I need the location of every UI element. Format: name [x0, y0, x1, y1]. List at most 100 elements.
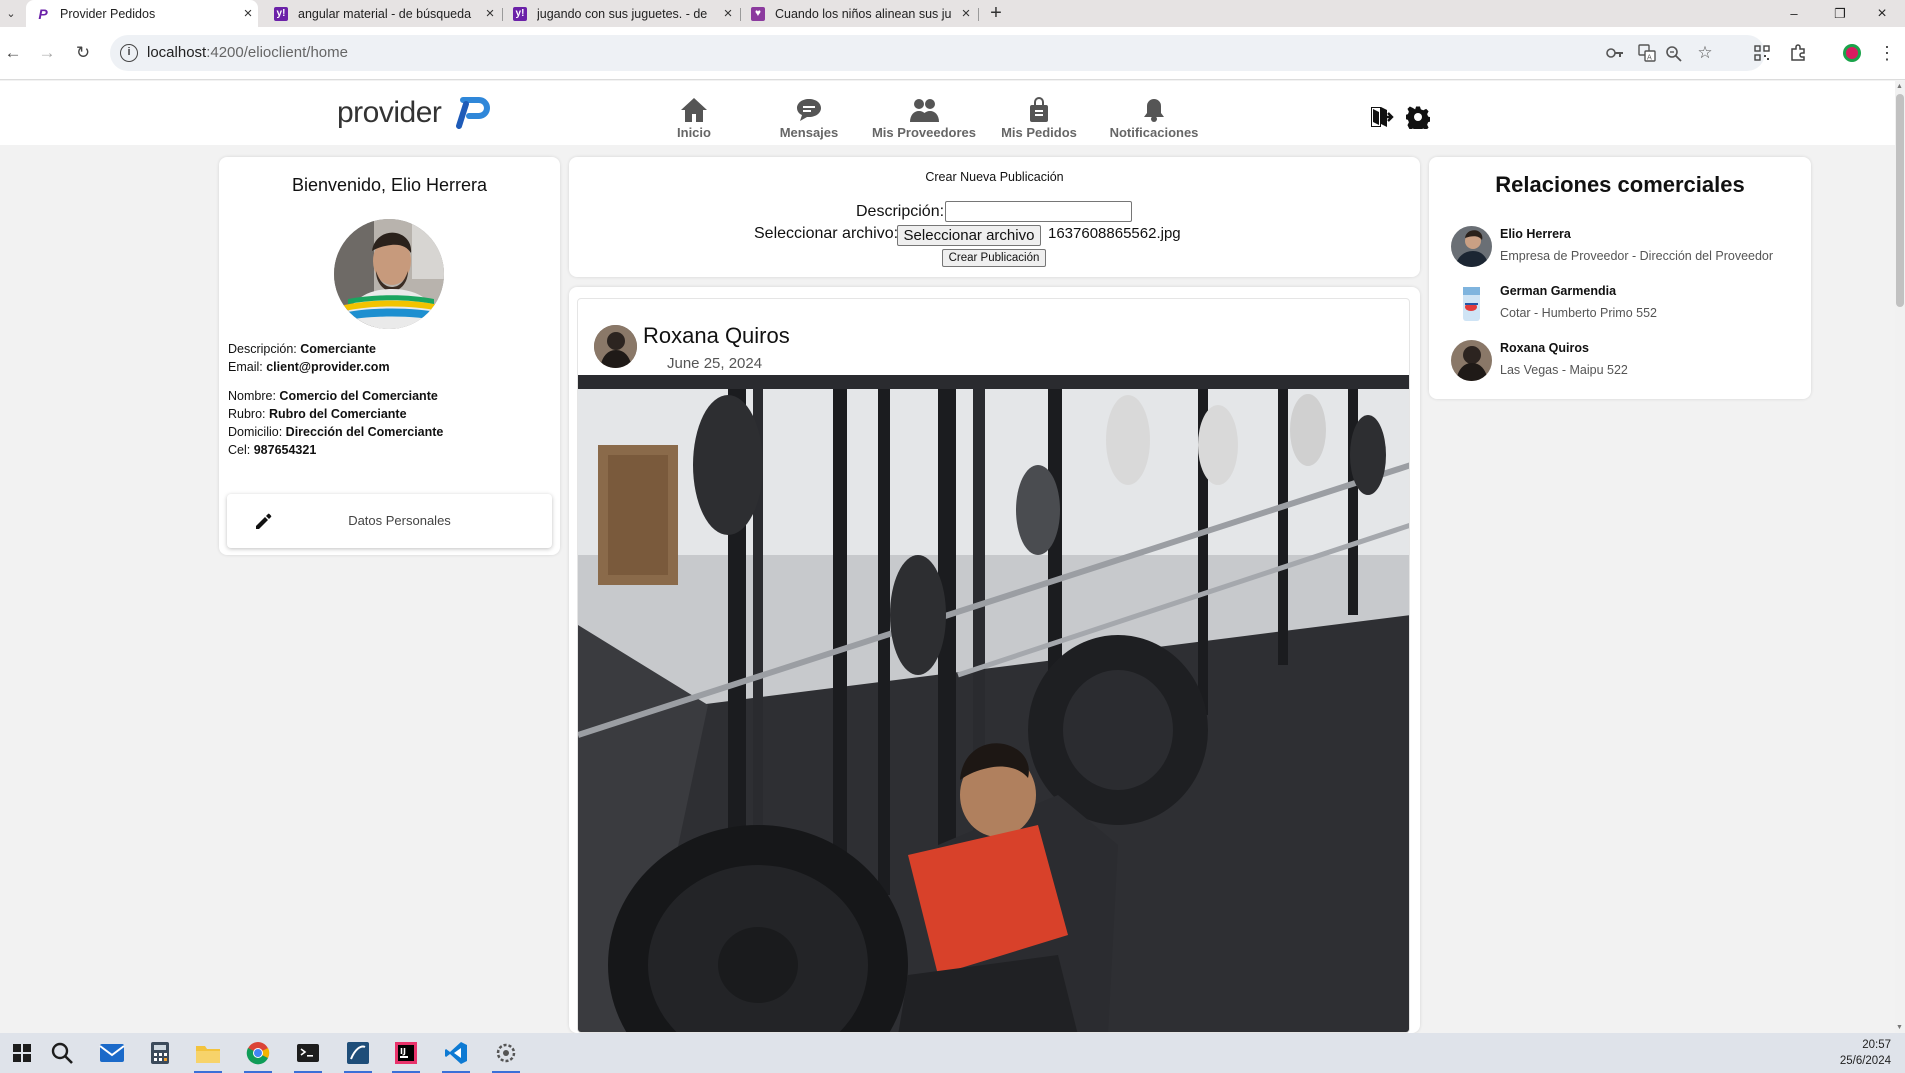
profile-descripcion: Descripción: Comerciante [228, 342, 376, 356]
close-icon[interactable]: × [238, 5, 258, 22]
start-windows-icon[interactable] [0, 1033, 44, 1073]
nav-inicio[interactable]: Inicio [639, 97, 749, 140]
relation-item[interactable]: Elio Herrera Empresa de Proveedor - Dire… [1451, 224, 1801, 272]
page-scrollbar[interactable]: ▲ ▼ [1895, 81, 1905, 1033]
post-author-name[interactable]: Roxana Quiros [643, 323, 790, 349]
close-icon[interactable]: × [718, 5, 738, 22]
feed-post: Roxana Quiros June 25, 2024 [577, 298, 1410, 1033]
svg-text:IJ: IJ [400, 1047, 406, 1056]
minimize-window-icon[interactable]: – [1771, 0, 1817, 27]
close-icon[interactable]: × [480, 5, 500, 22]
qr-code-icon[interactable] [1749, 40, 1775, 66]
create-post-button[interactable]: Crear Publicación [942, 249, 1046, 267]
field-value: client@provider.com [266, 360, 390, 374]
file-label: Seleccionar archivo: [754, 225, 899, 242]
mail-icon[interactable] [90, 1033, 134, 1073]
selected-file-name: 1637608865562.jpg [1048, 225, 1181, 242]
forward-icon[interactable]: → [34, 40, 60, 66]
heart-icon: ♥ [751, 6, 765, 21]
password-key-icon[interactable] [1604, 43, 1626, 63]
choose-file-button[interactable]: Seleccionar archivo [897, 225, 1041, 246]
provider-logo-icon[interactable] [454, 97, 490, 129]
browser-tab-strip: ⌄ P Provider Pedidos × y! angular materi… [0, 0, 1905, 27]
address-bar[interactable]: i localhost:4200/elioclient/home A ☆ [110, 35, 1765, 71]
close-window-icon[interactable]: × [1859, 0, 1905, 27]
nav-label: Mensajes [779, 125, 839, 140]
url-host: localhost [147, 44, 207, 61]
relation-avatar [1451, 283, 1492, 324]
post-image[interactable] [578, 375, 1409, 1032]
browser-menu-icon[interactable]: ⋮ [1874, 40, 1900, 66]
logout-icon[interactable] [1369, 105, 1395, 129]
terminal-icon[interactable] [286, 1033, 330, 1073]
tab-title: angular material - de búsqueda [298, 6, 472, 21]
nav-label: Notificaciones [1109, 125, 1199, 140]
translate-icon[interactable]: A [1636, 43, 1658, 63]
calculator-icon[interactable] [138, 1033, 182, 1073]
scrollbar-thumb[interactable] [1896, 94, 1904, 307]
tab-provider-pedidos[interactable]: P Provider Pedidos × [26, 0, 258, 27]
reload-icon[interactable]: ↻ [70, 40, 96, 66]
back-icon[interactable]: ← [0, 40, 26, 66]
intellij-icon[interactable]: IJ [384, 1033, 428, 1073]
relation-name: Roxana Quiros [1500, 341, 1589, 355]
nav-mis-proveedores[interactable]: Mis Proveedores [869, 97, 979, 140]
field-label: Email: [228, 360, 263, 374]
extensions-puzzle-icon[interactable] [1785, 40, 1811, 66]
restore-window-icon[interactable]: ❐ [1817, 0, 1863, 27]
description-label: Descripción: [856, 203, 945, 220]
site-info-icon[interactable]: i [120, 44, 138, 62]
description-input[interactable] [945, 201, 1132, 222]
tab-search-chevron-icon[interactable]: ⌄ [2, 5, 20, 23]
relations-title: Relaciones comerciales [1495, 172, 1745, 197]
nav-mis-pedidos[interactable]: Mis Pedidos [984, 97, 1094, 140]
new-tab-button[interactable]: + [984, 2, 1008, 26]
relation-name: German Garmendia [1500, 284, 1617, 298]
database-app-icon[interactable] [336, 1033, 380, 1073]
provider-logo-icon: P [38, 5, 48, 22]
post-author-avatar[interactable] [594, 325, 637, 368]
nav-notificaciones[interactable]: Notificaciones [1099, 97, 1209, 140]
tab-divider [978, 8, 979, 21]
clock-time: 20:57 [1862, 1039, 1891, 1051]
file-explorer-icon[interactable] [186, 1033, 230, 1073]
tab-angular-material[interactable]: y! angular material - de búsqueda × [264, 0, 500, 27]
scroll-down-icon[interactable]: ▼ [1896, 1024, 1903, 1031]
tab-jugando[interactable]: y! jugando con sus juguetes. - de × [503, 0, 738, 27]
zoom-icon[interactable] [1662, 43, 1684, 63]
bookmark-star-icon[interactable]: ☆ [1694, 43, 1716, 63]
scroll-up-icon[interactable]: ▲ [1896, 83, 1903, 90]
home-icon [681, 98, 707, 122]
profile-cel: Cel: 987654321 [228, 443, 316, 457]
profile-avatar[interactable] [1839, 40, 1865, 66]
bell-icon [1144, 99, 1164, 122]
edit-button-label: Datos Personales [348, 513, 451, 528]
nav-label: Inicio [677, 125, 711, 140]
nav-mensajes[interactable]: Mensajes [754, 97, 864, 140]
browser-toolbar: ← → ↻ i localhost:4200/elioclient/home A… [0, 27, 1905, 80]
tab-cuando-los-ninos[interactable]: ♥ Cuando los niños alinean sus ju × [741, 0, 976, 27]
relation-item[interactable]: German Garmendia Cotar - Humberto Primo … [1451, 281, 1801, 329]
edit-personal-data-button[interactable]: Datos Personales [227, 494, 552, 548]
field-value: Comerciante [300, 342, 376, 356]
create-post-title: Crear Nueva Publicación [925, 170, 1064, 184]
gear-app-icon[interactable] [484, 1033, 528, 1073]
field-label: Nombre: [228, 389, 276, 403]
close-icon[interactable]: × [956, 5, 976, 22]
chrome-icon[interactable] [236, 1033, 280, 1073]
app-logo-text[interactable]: provider [337, 96, 442, 130]
user-avatar[interactable] [334, 219, 444, 329]
relation-name: Elio Herrera [1500, 227, 1571, 241]
taskbar: IJ 20:57 25/6/2024 [0, 1033, 1905, 1073]
create-post-card: Crear Nueva Publicación Descripción: Sel… [569, 157, 1420, 277]
system-clock[interactable]: 20:57 25/6/2024 [1840, 1037, 1891, 1069]
svg-text:A: A [1647, 54, 1652, 62]
url-text[interactable]: localhost:4200/elioclient/home [147, 44, 348, 61]
feed-card: Roxana Quiros June 25, 2024 [569, 287, 1420, 1033]
relation-detail: Las Vegas - Maipu 522 [1500, 363, 1628, 377]
clock-date: 25/6/2024 [1839, 1055, 1891, 1067]
gear-icon[interactable] [1406, 105, 1430, 129]
relation-item[interactable]: Roxana Quiros Las Vegas - Maipu 522 [1451, 338, 1801, 386]
vscode-icon[interactable] [434, 1033, 478, 1073]
search-icon[interactable] [40, 1033, 84, 1073]
